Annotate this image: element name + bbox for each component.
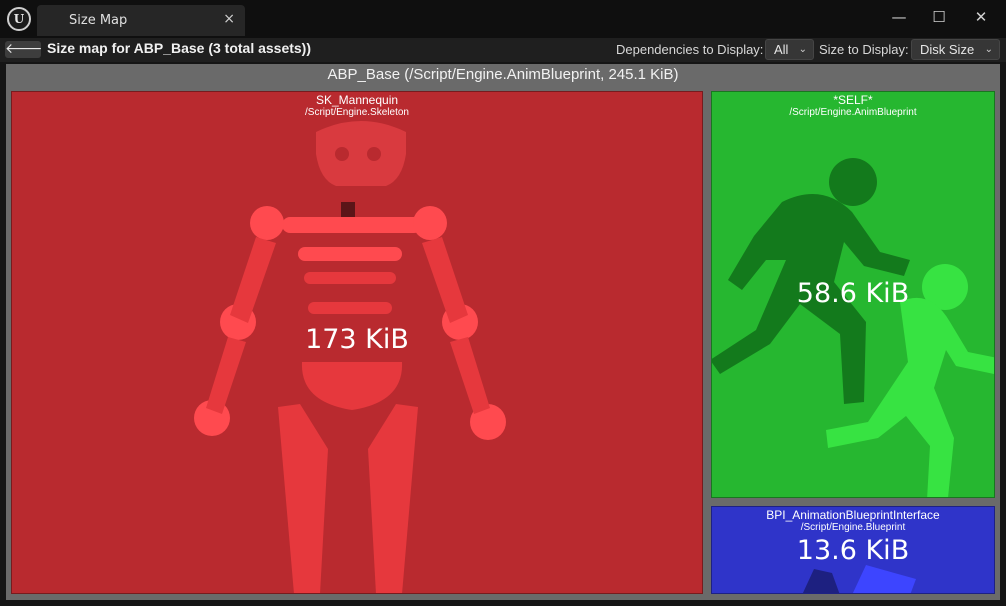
treemap-node-self[interactable]: *SELF* /Script/Engine.AnimBlueprint 58.6… <box>711 91 995 498</box>
treemap-node-sk-mannequin[interactable]: SK_Mannequin /Script/Engine.Skeleton 173… <box>11 91 703 594</box>
root-asset-label: ABP_Base (/Script/Engine.AnimBlueprint, … <box>327 66 679 83</box>
node-size: 58.6 KiB <box>796 278 910 309</box>
size-to-display-label: Size to Display: <box>819 42 909 57</box>
size-to-display-value: Disk Size <box>920 42 975 57</box>
treemap-node-bpi-animation-blueprint-interface[interactable]: BPI_AnimationBlueprintInterface /Script/… <box>711 506 995 594</box>
close-window-button[interactable]: ✕ <box>966 6 996 28</box>
toolbar: 🡐 Size map for ABP_Base (3 total assets)… <box>0 38 1006 62</box>
node-type-path: /Script/Engine.Blueprint <box>800 522 906 533</box>
chevron-down-icon: ⌄ <box>798 44 807 55</box>
size-map-treemap: ABP_Base (/Script/Engine.AnimBlueprint, … <box>6 64 1000 600</box>
dependencies-value: All <box>774 42 789 57</box>
dependencies-dropdown[interactable]: All ⌄ <box>765 39 814 60</box>
unreal-logo-icon: U <box>7 7 31 31</box>
chevron-down-icon: ⌄ <box>984 44 993 55</box>
back-button[interactable]: 🡐 <box>5 41 43 58</box>
tab-close-icon[interactable]: × <box>223 11 235 27</box>
maximize-button[interactable]: ☐ <box>924 6 954 28</box>
node-name: *SELF* <box>833 93 873 107</box>
dependencies-label: Dependencies to Display: <box>616 42 764 57</box>
tab-label: Size Map <box>69 13 128 28</box>
node-size: 173 KiB <box>305 324 409 355</box>
size-to-display-dropdown[interactable]: Disk Size ⌄ <box>911 39 1000 60</box>
title-bar: U Size Map × — ☐ ✕ <box>0 0 1006 38</box>
size-map-title: Size map for ABP_Base (3 total assets)) <box>47 40 312 56</box>
tab-size-map[interactable]: Size Map × <box>37 5 245 36</box>
node-name: SK_Mannequin <box>315 93 399 107</box>
node-type-path: /Script/Engine.AnimBlueprint <box>789 107 917 118</box>
node-name: BPI_AnimationBlueprintInterface <box>766 508 940 522</box>
minimize-button[interactable]: — <box>884 6 914 28</box>
node-type-path: /Script/Engine.Skeleton <box>305 107 409 118</box>
node-size: 13.6 KiB <box>796 535 910 566</box>
